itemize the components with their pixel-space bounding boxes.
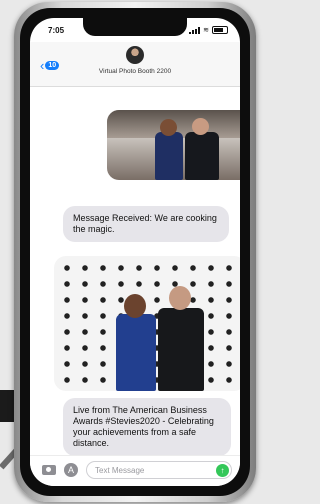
camera-icon[interactable] bbox=[42, 465, 56, 475]
person-right-head bbox=[169, 286, 191, 310]
person-left bbox=[155, 132, 183, 180]
status-icons: ≋ bbox=[189, 26, 228, 34]
person-right bbox=[185, 132, 219, 180]
person-left-head bbox=[160, 119, 177, 136]
contact-name[interactable]: Virtual Photo Booth 2200 bbox=[30, 68, 240, 75]
notch bbox=[83, 18, 187, 36]
phone-screen: 7:05 ≋ ‹ 10 Virtual Photo Booth 2200 Mes… bbox=[30, 18, 240, 486]
message-bubble-2: Live from The American Business Awards #… bbox=[63, 398, 231, 456]
input-bar: A Text Message ↑ bbox=[30, 455, 240, 486]
phone-bezel: 7:05 ≋ ‹ 10 Virtual Photo Booth 2200 Mes… bbox=[20, 8, 250, 496]
photo-message-2[interactable] bbox=[54, 256, 240, 391]
app-store-icon[interactable]: A bbox=[64, 463, 78, 477]
person-right bbox=[158, 308, 204, 391]
person-left bbox=[116, 314, 156, 391]
conversation-header: ‹ 10 Virtual Photo Booth 2200 bbox=[30, 42, 240, 87]
wifi-icon: ≋ bbox=[203, 27, 209, 34]
message-thread[interactable]: Message Received: We are cooking the mag… bbox=[30, 86, 240, 456]
photo-message-1[interactable] bbox=[107, 110, 240, 180]
send-arrow-icon[interactable]: ↑ bbox=[216, 464, 229, 477]
contact-avatar[interactable] bbox=[126, 46, 144, 64]
message-input-placeholder: Text Message bbox=[95, 466, 145, 475]
message-bubble-1: Message Received: We are cooking the mag… bbox=[63, 206, 229, 242]
signal-icon bbox=[189, 26, 201, 34]
message-input[interactable]: Text Message ↑ bbox=[86, 461, 232, 479]
person-right-head bbox=[192, 118, 209, 135]
status-time: 7:05 bbox=[48, 26, 65, 35]
phone-frame: 7:05 ≋ ‹ 10 Virtual Photo Booth 2200 Mes… bbox=[14, 2, 256, 502]
person-left-head bbox=[124, 294, 146, 318]
battery-icon bbox=[212, 26, 228, 34]
